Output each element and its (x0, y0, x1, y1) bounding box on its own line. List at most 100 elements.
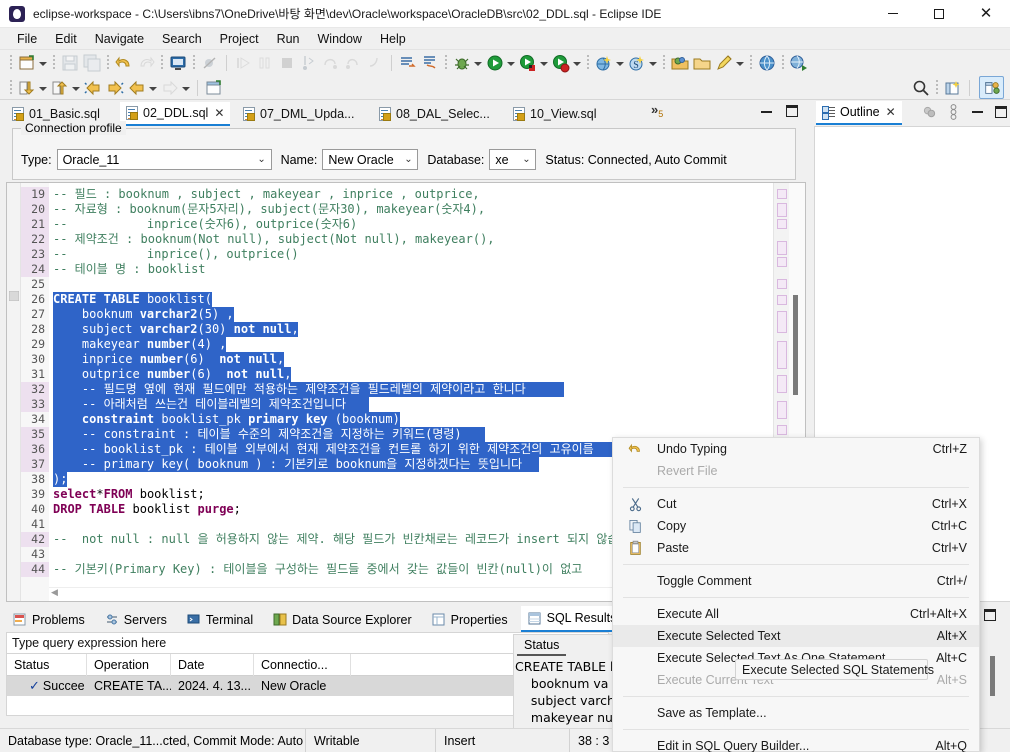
new-sql-file-icon[interactable] (204, 78, 224, 98)
bottom-panel-maximize-button[interactable] (984, 609, 996, 621)
code-line[interactable]: outprice number(6) not null, (53, 367, 292, 382)
tab-terminal[interactable]: Terminal (180, 607, 260, 632)
code-line[interactable]: ); (53, 472, 67, 487)
close-icon[interactable]: ✕ (214, 106, 224, 120)
menu-item-execute-selected-text[interactable]: Execute Selected Text Alt+X (613, 625, 979, 647)
menu-run[interactable]: Run (268, 30, 309, 48)
open-folder-icon[interactable] (670, 53, 690, 73)
tab-outline[interactable]: Outline ✕ (816, 101, 902, 125)
overview-ruler-mark[interactable] (777, 241, 787, 255)
menu-navigate[interactable]: Navigate (86, 30, 153, 48)
menu-item-paste[interactable]: Paste Ctrl+V (613, 537, 979, 559)
run-dropdown-arrow[interactable] (506, 53, 515, 73)
code-line[interactable]: makeyear number(4) , (53, 337, 227, 352)
run-icon[interactable] (485, 53, 505, 73)
open-perspective-icon[interactable] (943, 78, 963, 98)
editor-tab-overflow[interactable]: »5 (651, 102, 663, 119)
export-dropdown-arrow[interactable] (38, 78, 47, 98)
overview-ruler-mark[interactable] (777, 341, 787, 369)
profile-dropdown-arrow[interactable] (572, 53, 581, 73)
new-file-dropdown-arrow[interactable] (38, 53, 47, 73)
code-line[interactable]: -- primary key( booknum ) : 기본키로 booknum… (53, 457, 522, 472)
import-icon[interactable] (50, 78, 70, 98)
forward-history-icon[interactable] (105, 78, 125, 98)
tab-data-source-explorer[interactable]: Data Source Explorer (266, 607, 419, 632)
execute-all-icon[interactable] (398, 53, 418, 73)
search-icon[interactable] (911, 78, 931, 98)
code-line[interactable]: DROP TABLE booklist purge; (53, 502, 241, 517)
overview-ruler-mark[interactable] (777, 219, 787, 229)
open-type-icon[interactable] (692, 53, 712, 73)
code-line[interactable]: -- 아래처럼 쓰는건 테이블레벨의 제약조건입니다 (53, 397, 346, 412)
menu-item-copy[interactable]: Copy Ctrl+C (613, 515, 979, 537)
undo-icon[interactable] (114, 53, 134, 73)
new-connection-dropdown-arrow[interactable] (615, 53, 624, 73)
menu-item-edit-in-sql-query-builder[interactable]: Edit in SQL Query Builder... Alt+Q (613, 735, 979, 752)
editor-tab-07-dml[interactable]: 07_DML_Upda... (237, 102, 361, 126)
code-line[interactable]: -- 제약조건 : booknum(Not null), subject(Not… (53, 232, 495, 247)
tab-properties[interactable]: Properties (425, 607, 515, 632)
next-annotation-dropdown-arrow[interactable] (181, 78, 190, 98)
outline-minimize-button[interactable] (972, 109, 983, 113)
code-line[interactable]: -- 필드명 옆에 현재 필드에만 적용하는 제약조건을 필드레벨의 제약이라고… (53, 382, 526, 397)
code-line[interactable]: -- 테이블 명 : booklist (53, 262, 206, 277)
debug-icon[interactable] (452, 53, 472, 73)
scrollbar-thumb[interactable] (793, 295, 798, 395)
menu-item-toggle-comment[interactable]: Toggle Comment Ctrl+/ (613, 570, 979, 592)
code-line[interactable]: -- inprice(숫자6), outprice(숫자6) (53, 217, 357, 232)
overview-ruler-mark[interactable] (777, 401, 787, 419)
menu-item-undo-typing[interactable]: Undo Typing Ctrl+Z (613, 438, 979, 460)
database-select[interactable]: xe ⌄ (489, 149, 537, 170)
tab-servers[interactable]: Servers (98, 607, 174, 632)
import-dropdown-arrow[interactable] (71, 78, 80, 98)
code-line[interactable]: -- 기본키(Primary Key) : 테이블을 구성하는 필드들 중에서 … (53, 562, 582, 577)
new-sql-scrapbook-icon[interactable]: S (627, 53, 647, 73)
menu-item-save-as-template[interactable]: Save as Template... (613, 702, 979, 724)
folding-marker-icon[interactable] (8, 290, 20, 302)
new-file-icon[interactable] (17, 53, 37, 73)
code-line[interactable]: booknum varchar2(5) , (53, 307, 234, 322)
code-line[interactable]: subject varchar2(30) not null, (53, 322, 299, 337)
code-line[interactable]: -- booklist_pk : 테이블 외부에서 현재 제약조건을 컨트롤 하… (53, 442, 594, 457)
export-icon[interactable] (17, 78, 37, 98)
name-select[interactable]: New Oracle ⌄ (322, 149, 419, 170)
editor-context-menu[interactable]: Undo Typing Ctrl+Z Revert File Cut Ctrl+X Cop… (612, 437, 980, 752)
overview-ruler-mark[interactable] (777, 257, 787, 267)
column-header-date[interactable]: Date (171, 654, 254, 676)
editor-minimize-button[interactable] (761, 109, 772, 113)
tab-status[interactable]: Status (517, 636, 567, 656)
back-history-icon[interactable] (83, 78, 103, 98)
profile-icon[interactable] (551, 53, 571, 73)
pencil-icon[interactable] (714, 53, 734, 73)
overview-ruler-mark[interactable] (777, 425, 787, 435)
menu-file[interactable]: File (8, 30, 46, 48)
code-line[interactable]: -- 자료형 : booknum(문자5자리), subject(문자30), … (53, 202, 485, 217)
code-line[interactable]: -- 필드 : booknum , subject , makeyear , i… (53, 187, 480, 202)
previous-annotation-icon[interactable] (127, 78, 147, 98)
outline-maximize-button[interactable] (995, 106, 1007, 118)
web-run-icon[interactable] (789, 53, 809, 73)
outline-focus-button[interactable] (922, 105, 937, 120)
menu-search[interactable]: Search (153, 30, 211, 48)
menu-project[interactable]: Project (211, 30, 268, 48)
menu-item-cut[interactable]: Cut Ctrl+X (613, 493, 979, 515)
overview-ruler-mark[interactable] (777, 295, 787, 305)
run-config-icon[interactable] (518, 53, 538, 73)
database-development-perspective-icon[interactable] (979, 76, 1004, 99)
column-header-status[interactable]: Status (7, 654, 87, 676)
maximize-button[interactable] (916, 0, 962, 28)
column-header-connection[interactable]: Connectio... (254, 654, 351, 676)
overview-ruler-mark[interactable] (777, 203, 787, 217)
code-line[interactable]: select*FROM booklist; (53, 487, 205, 502)
menu-item-execute-all[interactable]: Execute All Ctrl+Alt+X (613, 603, 979, 625)
web-browser-icon[interactable] (757, 53, 777, 73)
run-config-dropdown-arrow[interactable] (539, 53, 548, 73)
new-sql-scrapbook-dropdown-arrow[interactable] (648, 53, 657, 73)
new-connection-icon[interactable] (594, 53, 614, 73)
execute-selected-icon[interactable] (420, 53, 440, 73)
editor-maximize-button[interactable] (786, 105, 798, 117)
overview-ruler-mark[interactable] (777, 279, 787, 289)
overview-ruler-mark[interactable] (777, 375, 787, 393)
pencil-dropdown-arrow[interactable] (735, 53, 744, 73)
menu-help[interactable]: Help (371, 30, 415, 48)
